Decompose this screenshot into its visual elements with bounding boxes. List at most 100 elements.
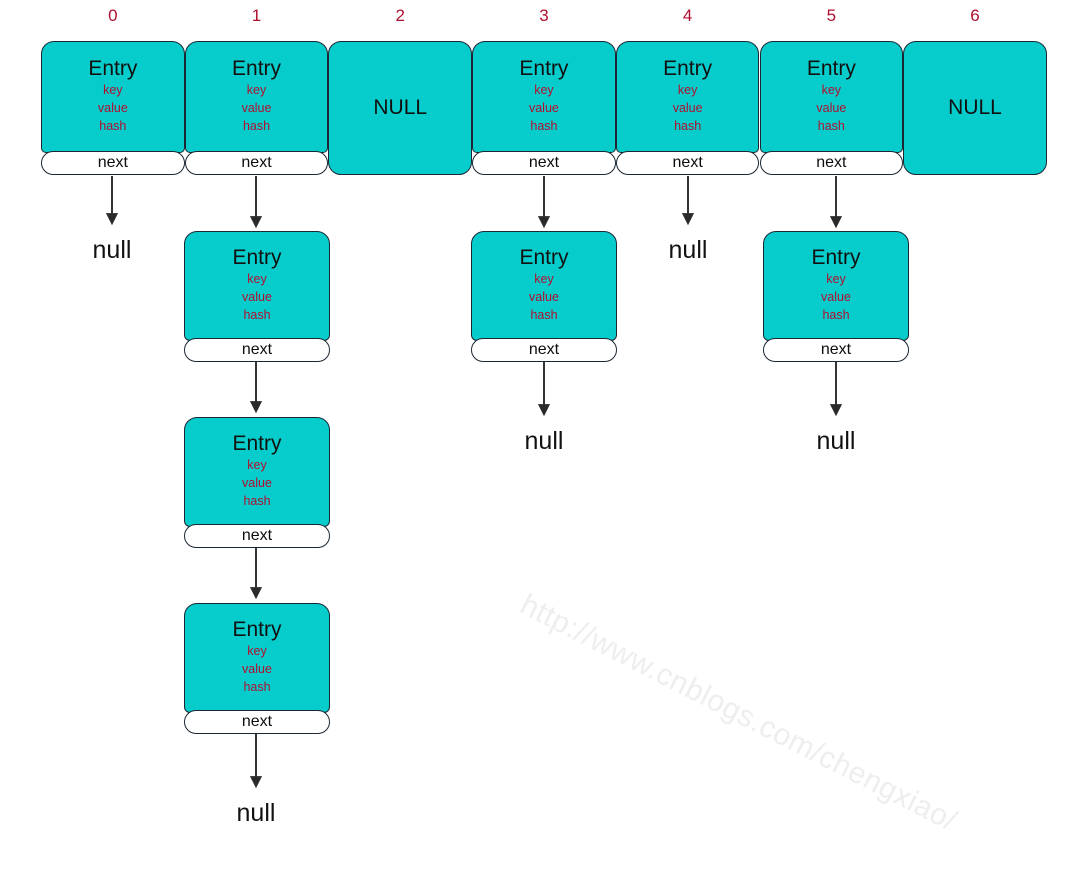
bucket-index-3: 3 xyxy=(539,6,549,25)
chain-node-next-pointer[interactable]: next xyxy=(763,338,909,362)
entry-field-value: value xyxy=(528,101,559,116)
entry-field-key: key xyxy=(246,83,267,98)
entry-field-value: value xyxy=(529,290,559,305)
bucket-4-next-pointer[interactable]: next xyxy=(615,151,760,175)
entry-field-hash: hash xyxy=(817,118,845,133)
chain-node-next-pointer[interactable]: next xyxy=(184,524,330,548)
bucket-index-4: 4 xyxy=(682,6,693,25)
bucket-1-body: Entry key value hash xyxy=(184,41,329,153)
entry-title: Entry xyxy=(806,57,856,81)
entry-field-value: value xyxy=(241,101,272,116)
bucket-cell-4[interactable]: Entry key value hash next xyxy=(615,41,760,175)
chain-node-b1-d3[interactable]: Entry key value hash next xyxy=(184,603,330,734)
chain-node-b1-d1[interactable]: Entry key value hash next xyxy=(184,231,330,362)
entry-title: Entry xyxy=(811,246,861,270)
entry-title: Entry xyxy=(519,57,569,81)
null-terminator-b3: null xyxy=(524,427,564,455)
entry-field-key: key xyxy=(826,272,846,287)
bucket-cell-0[interactable]: Entry key value hash next xyxy=(41,41,185,175)
entry-field-value: value xyxy=(242,476,272,491)
bucket-6-body: NULL xyxy=(903,41,1047,175)
diagram-canvas: http://www.cnblogs.com/chengxiao/ 0 1 2 … xyxy=(0,0,1080,845)
entry-fields: key value hash xyxy=(529,271,559,324)
bucket-5-next-pointer[interactable]: next xyxy=(759,151,904,175)
bucket-index-6: 6 xyxy=(970,6,980,25)
bucket-0-next-pointer[interactable]: next xyxy=(41,151,185,175)
entry-fields: key value hash xyxy=(821,271,851,324)
entry-field-hash: hash xyxy=(530,118,558,133)
entry-field-key: key xyxy=(677,83,698,98)
bucket-null-label: NULL xyxy=(373,96,428,119)
bucket-4-body: Entry key value hash xyxy=(615,41,760,153)
bucket-index-2: 2 xyxy=(395,6,405,25)
entry-field-hash: hash xyxy=(242,118,271,133)
entry-field-key: key xyxy=(247,458,267,473)
entry-fields: key value hash xyxy=(242,82,272,135)
entry-fields: key value hash xyxy=(242,643,272,696)
bucket-index-0: 0 xyxy=(108,6,118,25)
bucket-3-next-pointer[interactable]: next xyxy=(472,151,616,175)
entry-title: Entry xyxy=(519,246,569,270)
entry-title: Entry xyxy=(663,57,713,81)
entry-field-value: value xyxy=(672,101,703,116)
entry-title: Entry xyxy=(232,57,282,81)
entry-field-key: key xyxy=(103,83,123,98)
chain-node-b5-d1[interactable]: Entry key value hash next xyxy=(763,231,909,362)
bucket-5-body: Entry key value hash xyxy=(759,41,904,153)
bucket-2-body: NULL xyxy=(328,41,473,175)
entry-field-hash: hash xyxy=(243,307,271,322)
bucket-cell-6[interactable]: NULL xyxy=(903,41,1047,175)
chain-node-next-pointer[interactable]: next xyxy=(184,710,330,734)
entry-field-value: value xyxy=(97,101,128,116)
entry-title: Entry xyxy=(232,432,282,456)
entry-fields: key value hash xyxy=(242,271,272,324)
entry-fields: key value hash xyxy=(529,82,559,135)
chain-node-b3-d1[interactable]: Entry key value hash next xyxy=(471,231,617,362)
bucket-cell-3[interactable]: Entry key value hash next xyxy=(472,41,616,175)
entry-field-hash: hash xyxy=(243,493,271,508)
entry-field-key: key xyxy=(534,272,554,287)
null-terminator-b5: null xyxy=(816,427,856,455)
entry-field-hash: hash xyxy=(822,307,850,322)
null-terminator-b0: null xyxy=(92,236,132,264)
entry-field-key: key xyxy=(821,83,842,98)
entry-field-key: key xyxy=(247,644,267,659)
entry-title: Entry xyxy=(232,618,282,642)
chain-node-body: Entry key value hash xyxy=(184,417,330,527)
chain-node-body: Entry key value hash xyxy=(471,231,617,341)
entry-field-value: value xyxy=(242,662,272,677)
entry-title: Entry xyxy=(88,57,138,81)
bucket-3-body: Entry key value hash xyxy=(472,41,616,153)
chain-node-next-pointer[interactable]: next xyxy=(184,338,330,362)
entry-fields: key value hash xyxy=(242,457,272,510)
entry-fields: key value hash xyxy=(816,82,846,135)
entry-field-hash: hash xyxy=(530,307,558,322)
null-terminator-b1: null xyxy=(236,799,276,827)
entry-field-value: value xyxy=(242,290,272,305)
bucket-null-label: NULL xyxy=(948,96,1002,119)
chain-node-body: Entry key value hash xyxy=(184,603,330,713)
entry-field-hash: hash xyxy=(674,118,702,133)
entry-fields: key value hash xyxy=(673,82,703,135)
chain-node-b1-d2[interactable]: Entry key value hash next xyxy=(184,417,330,548)
entry-field-value: value xyxy=(816,101,847,116)
entry-field-key: key xyxy=(247,272,267,287)
bucket-cell-1[interactable]: Entry key value hash next xyxy=(184,41,329,175)
entry-title: Entry xyxy=(232,246,282,270)
null-terminator-b4: null xyxy=(668,236,708,264)
entry-field-hash: hash xyxy=(99,118,127,133)
chain-node-body: Entry key value hash xyxy=(184,231,330,341)
entry-field-value: value xyxy=(821,290,851,305)
bucket-index-5: 5 xyxy=(826,6,837,25)
bucket-0-body: Entry key value hash xyxy=(41,41,185,153)
entry-field-hash: hash xyxy=(243,679,271,694)
entry-field-key: key xyxy=(534,83,554,98)
bucket-index-1: 1 xyxy=(251,6,262,25)
bucket-1-next-pointer[interactable]: next xyxy=(184,151,329,175)
chain-node-body: Entry key value hash xyxy=(763,231,909,341)
bucket-cell-5[interactable]: Entry key value hash next xyxy=(759,41,904,175)
chain-node-next-pointer[interactable]: next xyxy=(471,338,617,362)
entry-fields: key value hash xyxy=(98,82,128,135)
bucket-cell-2[interactable]: NULL xyxy=(328,41,473,175)
watermark-text: http://www.cnblogs.com/chengxiao/ xyxy=(515,588,963,838)
